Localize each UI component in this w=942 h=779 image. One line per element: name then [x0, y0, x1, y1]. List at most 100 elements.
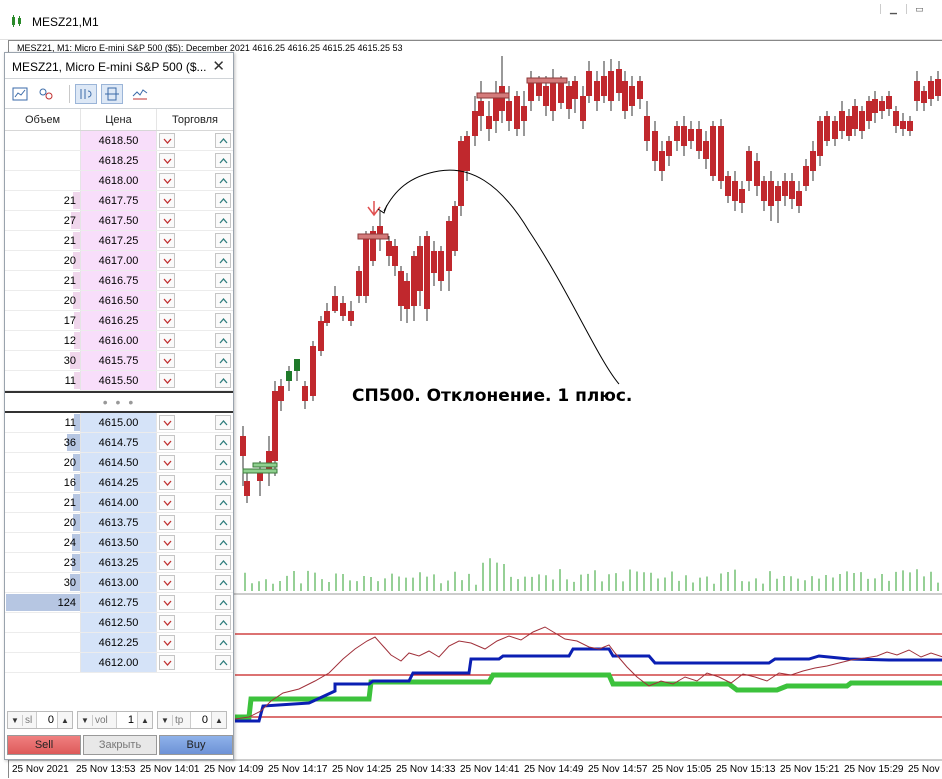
bid-row[interactable]: 16 4614.25 [5, 473, 233, 493]
ask-row[interactable]: 27 4617.50 [5, 211, 233, 231]
price-cell[interactable]: 4614.50 [81, 453, 157, 472]
sell-limit-button[interactable] [159, 415, 175, 430]
sell-limit-button[interactable] [159, 233, 175, 248]
price-cell[interactable]: 4612.00 [81, 653, 157, 672]
sell-limit-button[interactable] [159, 373, 175, 388]
settings-gear-icon[interactable] [35, 84, 57, 104]
sell-limit-button[interactable] [159, 313, 175, 328]
buy-limit-button[interactable] [215, 193, 231, 208]
ask-row[interactable]: 30 4615.75 [5, 351, 233, 371]
buy-button[interactable]: Buy [159, 735, 233, 755]
ask-row[interactable]: 21 4617.25 [5, 231, 233, 251]
increment-arrow-icon[interactable]: ▲ [138, 716, 152, 725]
price-cell[interactable]: 4613.00 [81, 573, 157, 592]
price-cell[interactable]: 4612.75 [81, 593, 157, 612]
bid-row[interactable]: 11 4615.00 [5, 413, 233, 433]
bid-row[interactable]: 21 4614.00 [5, 493, 233, 513]
tp-stepper[interactable]: ▼ tp 0 ▲ [157, 711, 227, 729]
ask-row[interactable]: 20 4616.50 [5, 291, 233, 311]
buy-limit-button[interactable] [215, 313, 231, 328]
buy-limit-button[interactable] [215, 535, 231, 550]
bid-row[interactable]: 36 4614.75 [5, 433, 233, 453]
ask-row[interactable]: 4618.50 [5, 131, 233, 151]
sell-limit-button[interactable] [159, 293, 175, 308]
decrement-arrow-icon[interactable]: ▼ [78, 716, 92, 725]
price-cell[interactable]: 4614.75 [81, 433, 157, 452]
buy-limit-button[interactable] [215, 415, 231, 430]
buy-limit-button[interactable] [215, 475, 231, 490]
price-cell[interactable]: 4613.25 [81, 553, 157, 572]
buy-limit-button[interactable] [215, 555, 231, 570]
chart-view-icon[interactable] [9, 84, 31, 104]
sl-stepper[interactable]: ▼ sl 0 ▲ [7, 711, 73, 729]
price-cell[interactable]: 4616.00 [81, 331, 157, 350]
sell-limit-button[interactable] [159, 173, 175, 188]
price-cell[interactable]: 4613.75 [81, 513, 157, 532]
sell-limit-button[interactable] [159, 455, 175, 470]
sell-limit-button[interactable] [159, 495, 175, 510]
maximize-button[interactable]: ▭ [906, 4, 932, 14]
sell-limit-button[interactable] [159, 655, 175, 670]
ask-row[interactable]: 12 4616.00 [5, 331, 233, 351]
buy-limit-button[interactable] [215, 153, 231, 168]
tp-value[interactable]: 0 [190, 712, 212, 728]
sell-limit-button[interactable] [159, 333, 175, 348]
buy-limit-button[interactable] [215, 495, 231, 510]
price-cell[interactable]: 4618.00 [81, 171, 157, 190]
buy-limit-button[interactable] [215, 635, 231, 650]
dom-titlebar[interactable]: MESZ21, Micro E-mini S&P 500 ($... ✕ [5, 53, 233, 79]
buy-limit-button[interactable] [215, 233, 231, 248]
level-lines-icon[interactable] [129, 84, 151, 104]
bid-row[interactable]: 124 4612.75 [5, 593, 233, 613]
buy-limit-button[interactable] [215, 173, 231, 188]
price-cell[interactable]: 4612.25 [81, 633, 157, 652]
price-cell[interactable]: 4616.75 [81, 271, 157, 290]
bid-row[interactable]: 23 4613.25 [5, 553, 233, 573]
sell-limit-button[interactable] [159, 615, 175, 630]
buy-limit-button[interactable] [215, 373, 231, 388]
decrement-arrow-icon[interactable]: ▼ [8, 716, 22, 725]
sell-limit-button[interactable] [159, 435, 175, 450]
price-cell[interactable]: 4617.50 [81, 211, 157, 230]
ask-row[interactable]: 11 4615.50 [5, 371, 233, 391]
sell-limit-button[interactable] [159, 555, 175, 570]
close-icon[interactable]: ✕ [212, 57, 225, 75]
ask-row[interactable]: 4618.25 [5, 151, 233, 171]
price-cell[interactable]: 4618.25 [81, 151, 157, 170]
bid-row[interactable]: 20 4613.75 [5, 513, 233, 533]
price-cell[interactable]: 4613.50 [81, 533, 157, 552]
buy-limit-button[interactable] [215, 595, 231, 610]
minimize-button[interactable]: ▁ [880, 4, 906, 14]
vol-stepper[interactable]: ▼ vol 1 ▲ [77, 711, 153, 729]
decrement-arrow-icon[interactable]: ▼ [158, 716, 172, 725]
ask-row[interactable]: 4618.00 [5, 171, 233, 191]
sell-limit-button[interactable] [159, 353, 175, 368]
price-cell[interactable]: 4615.75 [81, 351, 157, 370]
align-center-icon[interactable] [101, 84, 123, 104]
sell-limit-button[interactable] [159, 535, 175, 550]
sell-limit-button[interactable] [159, 515, 175, 530]
increment-arrow-icon[interactable]: ▲ [212, 716, 226, 725]
sell-limit-button[interactable] [159, 193, 175, 208]
ask-row[interactable]: 21 4616.75 [5, 271, 233, 291]
ask-row[interactable]: 17 4616.25 [5, 311, 233, 331]
buy-limit-button[interactable] [215, 615, 231, 630]
close-position-button[interactable]: Закрыть [83, 735, 157, 755]
buy-limit-button[interactable] [215, 575, 231, 590]
sell-limit-button[interactable] [159, 133, 175, 148]
price-cell[interactable]: 4615.50 [81, 371, 157, 390]
price-cell[interactable]: 4617.25 [81, 231, 157, 250]
bid-row[interactable]: 24 4613.50 [5, 533, 233, 553]
buy-limit-button[interactable] [215, 273, 231, 288]
sl-value[interactable]: 0 [36, 712, 58, 728]
buy-limit-button[interactable] [215, 133, 231, 148]
sell-limit-button[interactable] [159, 253, 175, 268]
bid-row[interactable]: 4612.00 [5, 653, 233, 673]
bid-row[interactable]: 20 4614.50 [5, 453, 233, 473]
price-cell[interactable]: 4616.25 [81, 311, 157, 330]
sell-limit-button[interactable] [159, 213, 175, 228]
buy-limit-button[interactable] [215, 333, 231, 348]
price-cell[interactable]: 4612.50 [81, 613, 157, 632]
buy-limit-button[interactable] [215, 515, 231, 530]
buy-limit-button[interactable] [215, 455, 231, 470]
